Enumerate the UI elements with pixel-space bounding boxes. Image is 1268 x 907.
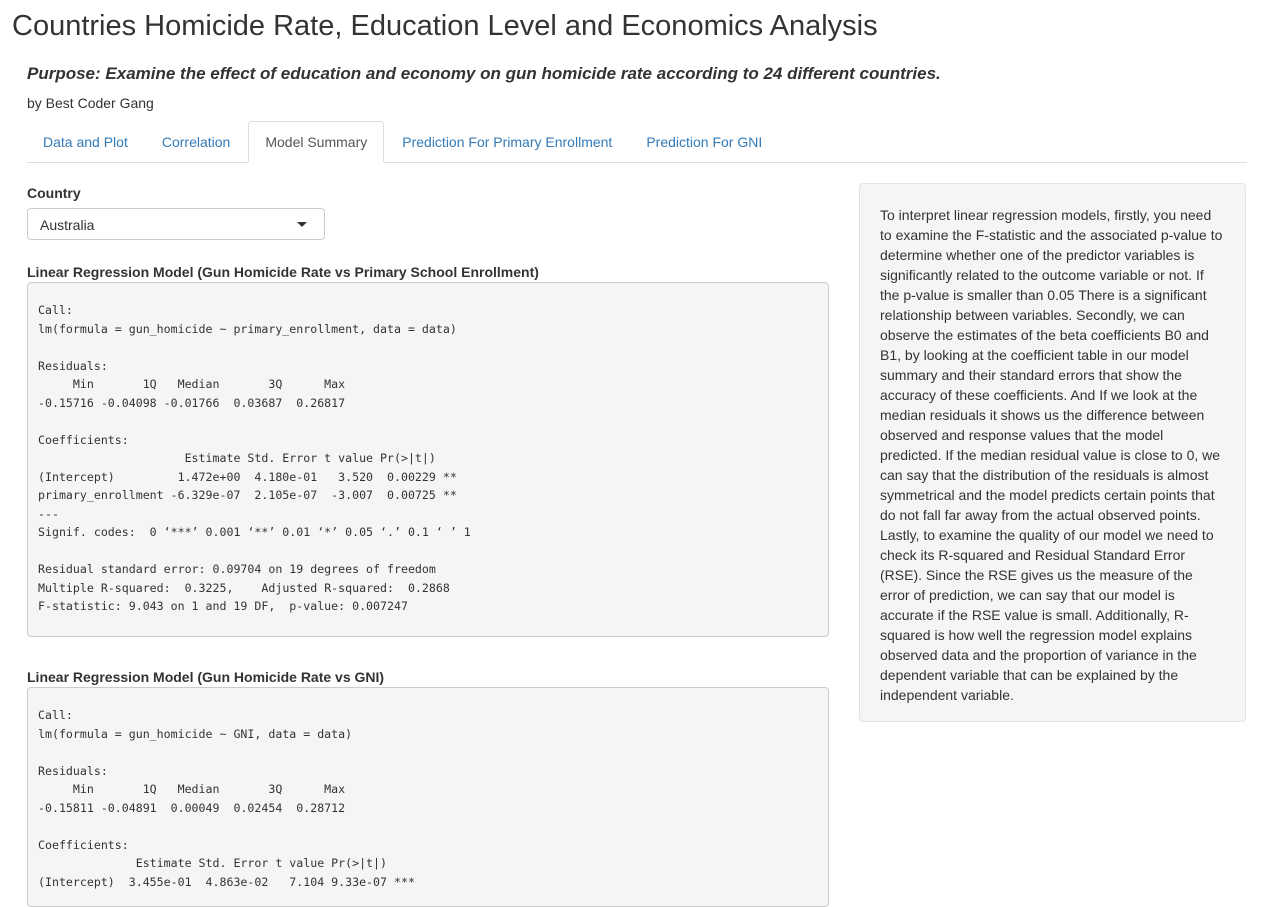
byline: by Best Coder Gang bbox=[27, 95, 154, 111]
tab-data-and-plot[interactable]: Data and Plot bbox=[27, 122, 144, 162]
tab-model-summary[interactable]: Model Summary bbox=[248, 121, 385, 163]
chevron-down-icon bbox=[297, 222, 307, 227]
tab-correlation[interactable]: Correlation bbox=[146, 122, 246, 162]
model1-output: Call: lm(formula = gun_homicide ~ primar… bbox=[38, 303, 471, 613]
tab-prediction-primary-enrollment[interactable]: Prediction For Primary Enrollment bbox=[386, 122, 628, 162]
tab-bar: Data and Plot Correlation Model Summary … bbox=[27, 121, 1247, 163]
model1-output-box: Call: lm(formula = gun_homicide ~ primar… bbox=[27, 282, 829, 637]
country-label: Country bbox=[27, 185, 81, 201]
model2-output: Call: lm(formula = gun_homicide ~ GNI, d… bbox=[38, 708, 415, 889]
model1-title: Linear Regression Model (Gun Homicide Ra… bbox=[27, 264, 539, 280]
country-selected-value: Australia bbox=[40, 217, 95, 233]
model2-output-box: Call: lm(formula = gun_homicide ~ GNI, d… bbox=[27, 687, 829, 907]
purpose-text: Purpose: Examine the effect of education… bbox=[27, 64, 941, 83]
interpretation-text: To interpret linear regression models, f… bbox=[880, 207, 1223, 703]
interpretation-panel: To interpret linear regression models, f… bbox=[859, 183, 1246, 722]
page-title: Countries Homicide Rate, Education Level… bbox=[12, 10, 878, 42]
tab-prediction-gni[interactable]: Prediction For GNI bbox=[630, 122, 778, 162]
country-select[interactable]: Australia bbox=[27, 208, 325, 240]
model2-title: Linear Regression Model (Gun Homicide Ra… bbox=[27, 669, 385, 685]
